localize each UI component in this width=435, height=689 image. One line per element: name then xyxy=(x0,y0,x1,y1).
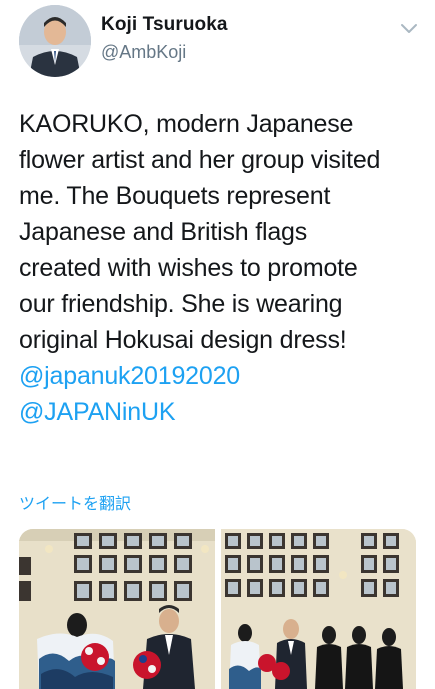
tweet-line: created with wishes to promote xyxy=(19,254,358,282)
chevron-down-icon[interactable] xyxy=(399,22,419,36)
tweet-line: KAORUKO, modern Japanese xyxy=(19,110,354,138)
tweet-line: Japanese and British flags xyxy=(19,218,308,246)
author-handle[interactable]: @AmbKoji xyxy=(101,42,186,63)
photo-image xyxy=(221,529,416,689)
tweet-line: our friendship. She is wearing xyxy=(19,290,343,318)
mention-link[interactable]: @japanuk20192020 xyxy=(19,358,419,394)
translate-tweet-link[interactable]: ツイートを翻訳 xyxy=(19,490,131,514)
tweet-photo-1[interactable] xyxy=(19,529,215,689)
author-name[interactable]: Koji Tsuruoka xyxy=(101,14,228,36)
tweet-header: Koji Tsuruoka @AmbKoji xyxy=(0,0,435,90)
tweet-photo-2[interactable] xyxy=(221,529,416,689)
mention-link[interactable]: @JAPANinUK xyxy=(19,394,419,430)
tweet-media xyxy=(19,529,416,689)
avatar[interactable] xyxy=(19,5,91,77)
tweet-line: original Hokusai design dress! xyxy=(19,326,347,354)
avatar-photo xyxy=(19,5,91,77)
photo-image xyxy=(19,529,215,689)
tweet-text: KAORUKO, modern Japanese flower artist a… xyxy=(19,106,419,430)
tweet-line: me. The Bouquets represent xyxy=(19,182,331,210)
tweet-line: flower artist and her group visited xyxy=(19,146,381,174)
